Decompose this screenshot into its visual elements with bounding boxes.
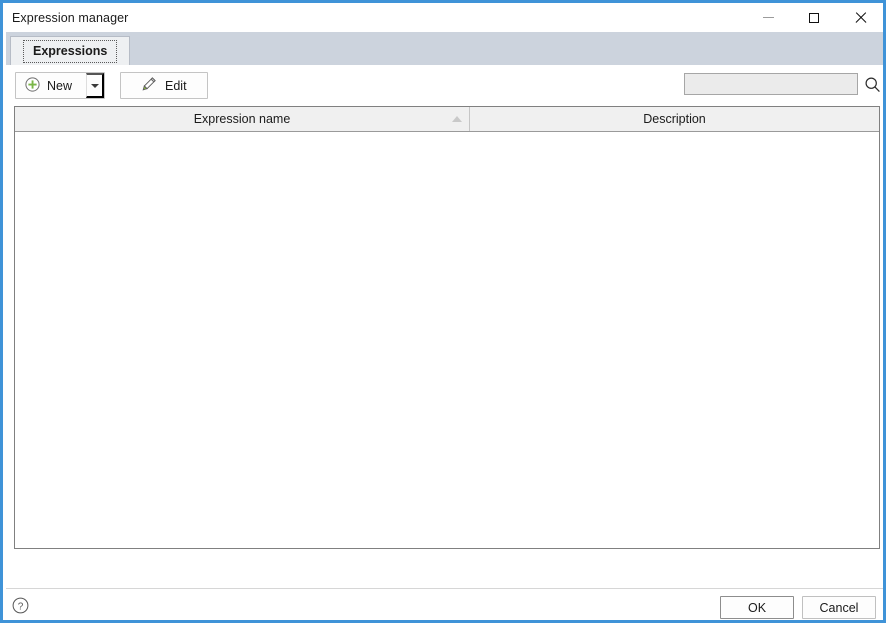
maximize-button[interactable] <box>791 3 837 32</box>
column-header-description-label: Description <box>643 112 706 126</box>
expressions-list: Expression name Description <box>14 106 880 549</box>
tab-strip: Expressions <box>6 32 883 65</box>
tab-expressions-label: Expressions <box>23 39 118 63</box>
column-header-description[interactable]: Description <box>470 107 879 131</box>
close-button[interactable] <box>837 3 883 32</box>
plus-circle-icon <box>25 76 40 95</box>
chevron-down-icon <box>90 83 99 88</box>
minimize-icon <box>762 17 774 18</box>
help-button[interactable]: ? <box>12 597 29 617</box>
window-title: Expression manager <box>12 10 129 25</box>
pencil-icon <box>141 76 157 95</box>
search-icon[interactable] <box>862 73 882 95</box>
tab-expressions[interactable]: Expressions <box>10 36 131 65</box>
new-button-group: New <box>15 72 106 99</box>
edit-button-label: Edit <box>165 78 187 93</box>
maximize-icon <box>809 12 819 23</box>
list-header-row: Expression name Description <box>15 107 879 132</box>
list-body[interactable] <box>15 132 879 548</box>
toolbar: New Edit <box>6 65 883 106</box>
expression-manager-window: Expression manager Expressions New Edit … <box>0 0 886 623</box>
window-controls <box>745 3 883 32</box>
new-button-dropdown[interactable] <box>86 73 105 98</box>
svg-text:?: ? <box>18 601 24 612</box>
search-area <box>684 73 882 95</box>
cancel-button[interactable]: Cancel <box>802 596 876 619</box>
minimize-button[interactable] <box>745 3 791 32</box>
column-header-expression-name[interactable]: Expression name <box>15 107 470 131</box>
edit-button[interactable]: Edit <box>120 72 208 99</box>
column-header-expression-name-label: Expression name <box>193 112 291 126</box>
sort-ascending-icon <box>452 116 462 122</box>
ok-button[interactable]: OK <box>720 596 794 619</box>
title-bar: Expression manager <box>3 3 883 32</box>
new-button-label: New <box>47 78 73 93</box>
close-icon <box>854 11 867 24</box>
help-circle-icon: ? <box>12 597 29 617</box>
new-button[interactable]: New <box>16 73 87 98</box>
footer-bar: ? OK Cancel <box>6 589 883 620</box>
search-input[interactable] <box>684 73 858 95</box>
